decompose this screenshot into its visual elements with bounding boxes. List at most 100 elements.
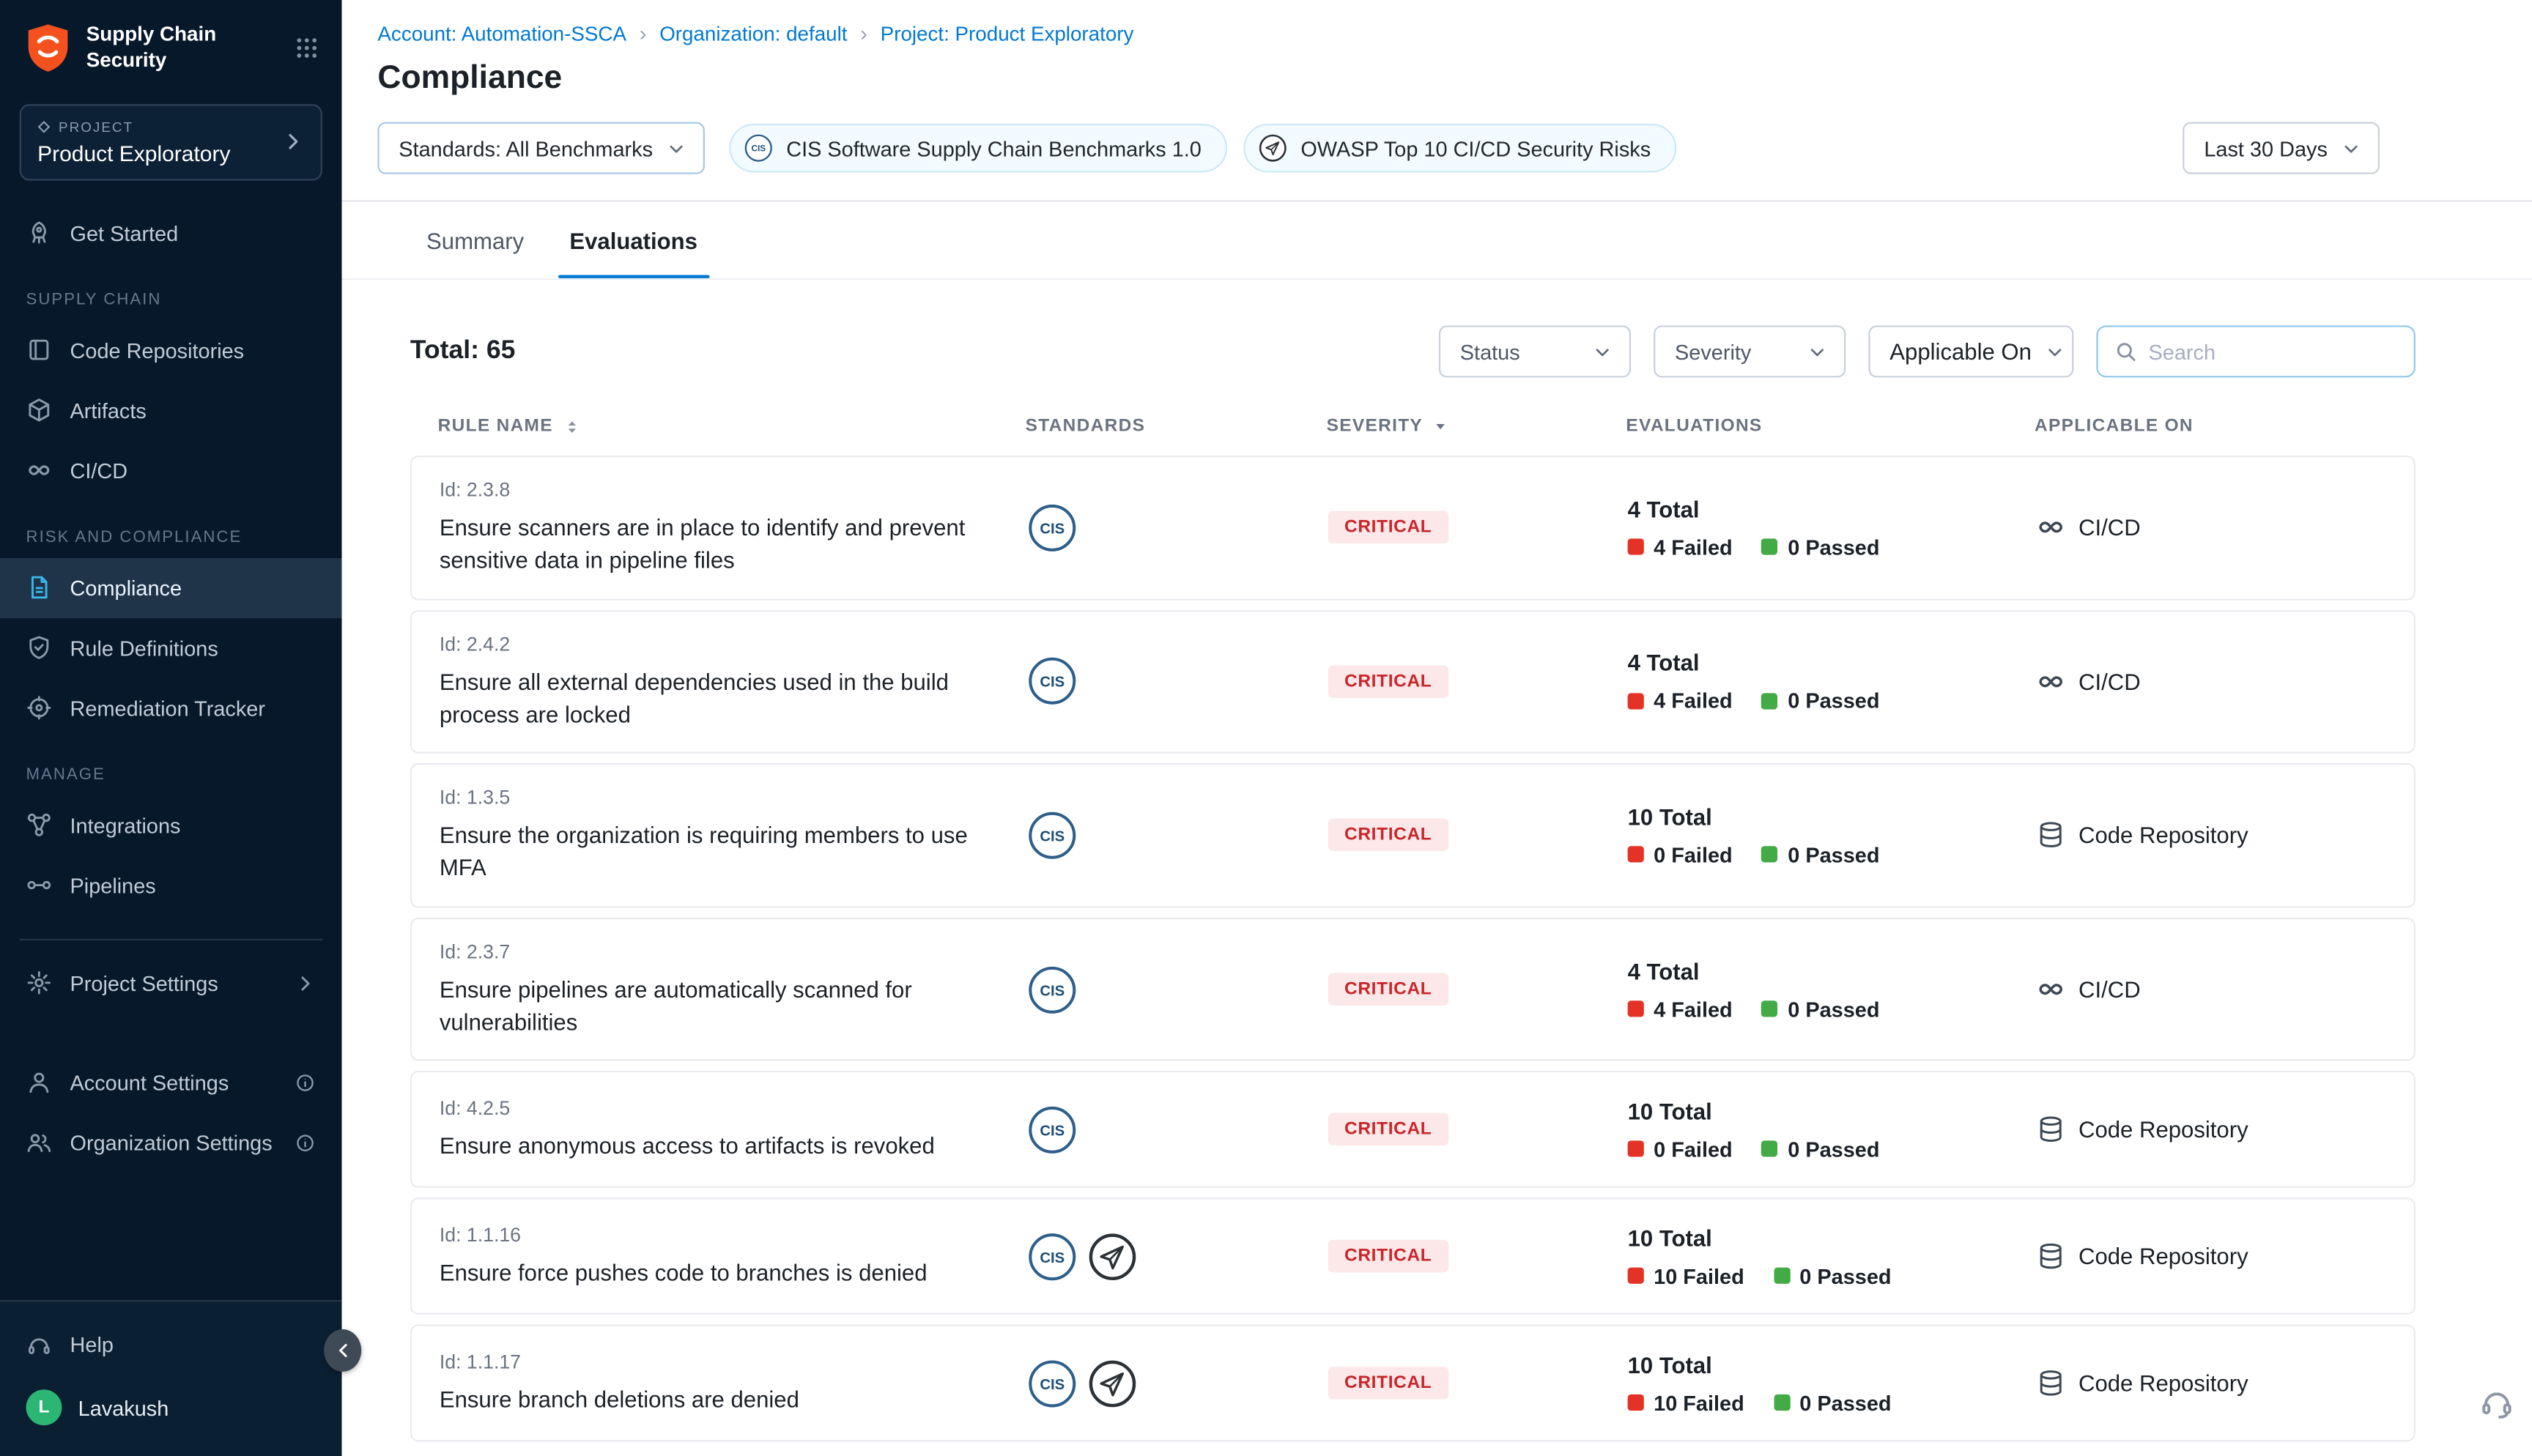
project-eyebrow-label: PROJECT (59, 118, 133, 134)
main-content: Account: Automation-SSCA Organization: d… (342, 0, 2532, 1456)
sidebar-item[interactable]: Compliance (0, 557, 342, 617)
sidebar-item-get-started[interactable]: Get Started (0, 203, 342, 263)
passed-indicator (1762, 1141, 1778, 1157)
brand-title: Supply Chain Security (86, 21, 280, 74)
rule-name[interactable]: Ensure scanners are in place to identify… (440, 511, 985, 577)
date-range-dropdown[interactable]: Last 30 Days (2183, 122, 2380, 174)
sidebar-divider (20, 938, 322, 940)
module-grid-icon[interactable] (295, 35, 319, 59)
sort-desc-icon[interactable] (1432, 418, 1448, 434)
passed-count: 0 Passed (1762, 689, 1880, 713)
project-icon (37, 119, 51, 133)
rule-row[interactable]: Id: 2.3.7 Ensure pipelines are automatic… (410, 917, 2416, 1061)
sidebar-item[interactable]: Integrations (0, 795, 342, 855)
breadcrumb-link[interactable]: Account: Automation-SSCA (377, 22, 626, 45)
failed-indicator (1628, 1141, 1644, 1157)
svg-text:CIS: CIS (1040, 983, 1065, 999)
applicable-on-label: Code Repository (2078, 1244, 2248, 1270)
applicable-on-label: Code Repository (2078, 1370, 2248, 1397)
rule-name[interactable]: Ensure all external dependencies used in… (440, 665, 985, 731)
search-icon (2114, 340, 2137, 363)
owasp-standard-icon (1087, 1359, 1138, 1409)
applicable-on-label: CI/CD (2078, 669, 2141, 695)
applicable-on-label: Code Repository (2078, 822, 2248, 849)
breadcrumb-link[interactable]: Organization: default (659, 22, 847, 45)
rule-name[interactable]: Ensure pipelines are automatically scann… (440, 973, 985, 1039)
rule-name[interactable]: Ensure anonymous access to artifacts is … (440, 1129, 985, 1162)
rule-row[interactable]: Id: 4.2.5 Ensure anonymous access to art… (410, 1071, 2416, 1189)
search-input[interactable] (2149, 339, 2398, 363)
avatar[interactable]: L (26, 1389, 62, 1425)
rule-name[interactable]: Ensure the organization is requiring mem… (440, 819, 985, 885)
rule-name[interactable]: Ensure force pushes code to branches is … (440, 1257, 985, 1290)
evaluations-total: 4 Total (1628, 496, 2037, 522)
standard-chip[interactable]: CIS CIS Software Supply Chain Benchmarks… (729, 124, 1227, 173)
sort-icon[interactable] (563, 417, 580, 435)
passed-count: 0 Passed (1762, 1137, 1880, 1162)
sidebar-item-organization-settings[interactable]: Organization Settings (0, 1112, 342, 1172)
user-menu[interactable]: L Lavakush (0, 1375, 342, 1440)
rule-row[interactable]: Id: 2.4.2 Ensure all external dependenci… (410, 609, 2416, 754)
evaluations-total: 4 Total (1628, 650, 2037, 676)
project-selector[interactable]: PROJECT Product Exploratory (20, 103, 322, 179)
info-icon[interactable] (295, 1132, 316, 1153)
rule-name[interactable]: Ensure branch deletions are denied (440, 1383, 985, 1416)
sidebar-item-project-settings[interactable]: Project Settings (0, 953, 342, 1013)
brand-shield-icon (24, 23, 71, 73)
column-standards: STANDARDS (1026, 417, 1146, 437)
severity-badge: CRITICAL (1328, 1113, 1448, 1145)
sidebar-collapse-handle[interactable] (324, 1329, 361, 1372)
sidebar-item-account-settings[interactable]: Account Settings (0, 1052, 342, 1112)
sidebar-item[interactable]: Remediation Tracker (0, 677, 342, 738)
tab-bar: Summary Evaluations (342, 201, 2532, 280)
sidebar-item[interactable]: CI/CD (0, 440, 342, 500)
failed-count: 0 Failed (1628, 1137, 1733, 1162)
standard-chip[interactable]: OWASP Top 10 CI/CD Security Risks (1244, 124, 1677, 173)
standards-chips: CIS CIS Software Supply Chain Benchmarks… (729, 124, 1676, 173)
rule-row[interactable]: Id: 1.3.5 Ensure the organization is req… (410, 763, 2416, 907)
rule-row[interactable]: Id: 2.3.8 Ensure scanners are in place t… (410, 456, 2416, 600)
sidebar-item[interactable]: Rule Definitions (0, 617, 342, 677)
tab[interactable]: Evaluations (547, 201, 720, 278)
brand: Supply Chain Security (0, 0, 342, 90)
severity-badge: CRITICAL (1328, 1367, 1448, 1400)
info-icon[interactable] (295, 1071, 316, 1093)
sidebar-item[interactable]: Pipelines (0, 855, 342, 915)
applicable-on-label: CI/CD (2078, 976, 2141, 1003)
failed-count: 4 Failed (1628, 535, 1733, 559)
failed-indicator (1628, 693, 1644, 709)
chevron-down-icon (1807, 341, 1828, 362)
gear-icon (26, 970, 53, 996)
code-repository-icon (2036, 821, 2065, 850)
sidebar-item[interactable]: Code Repositories (0, 320, 342, 380)
failed-count: 10 Failed (1628, 1391, 1744, 1415)
applicable-on-filter-dropdown[interactable]: Applicable On (1868, 325, 2073, 377)
breadcrumb-link[interactable]: Project: Product Exploratory (881, 22, 1134, 45)
search-box[interactable] (2096, 325, 2415, 377)
nav-section-risk-compliance: RISK AND COMPLIANCE (0, 500, 342, 557)
failed-count: 0 Failed (1628, 843, 1733, 867)
column-rule-name[interactable]: RULE NAME (438, 417, 553, 437)
sidebar-item-help[interactable]: Help (0, 1315, 342, 1375)
filter-bar: Standards: All Benchmarks CIS CIS Softwa… (342, 122, 2532, 201)
failed-indicator (1628, 847, 1644, 863)
user-name: Lavakush (78, 1395, 169, 1419)
rule-row[interactable]: Id: 1.1.16 Ensure force pushes code to b… (410, 1198, 2416, 1315)
status-filter-dropdown[interactable]: Status (1439, 325, 1631, 377)
nav-group-risk-compliance: Compliance Rule Definitions Remediation … (0, 557, 342, 738)
nav-section-supply-chain: SUPPLY CHAIN (0, 263, 342, 320)
sidebar-item[interactable]: Artifacts (0, 380, 342, 440)
tab[interactable]: Summary (404, 201, 547, 278)
standards-filter-dropdown[interactable]: Standards: All Benchmarks (377, 122, 705, 174)
evaluations-table: Id: 2.3.8 Ensure scanners are in place t… (410, 456, 2416, 1442)
failed-count: 10 Failed (1628, 1264, 1744, 1288)
svg-text:CIS: CIS (1040, 1250, 1065, 1266)
applicable-on-label: Code Repository (2078, 1117, 2248, 1143)
passed-indicator (1762, 693, 1778, 709)
support-chat-button[interactable] (2476, 1381, 2518, 1424)
evaluations-total: 10 Total (1628, 803, 2037, 830)
rule-row[interactable]: Id: 1.1.17 Ensure branch deletions are d… (410, 1325, 2416, 1442)
severity-filter-dropdown[interactable]: Severity (1654, 325, 1846, 377)
column-severity[interactable]: SEVERITY (1327, 417, 1424, 437)
repo-icon (26, 337, 53, 363)
